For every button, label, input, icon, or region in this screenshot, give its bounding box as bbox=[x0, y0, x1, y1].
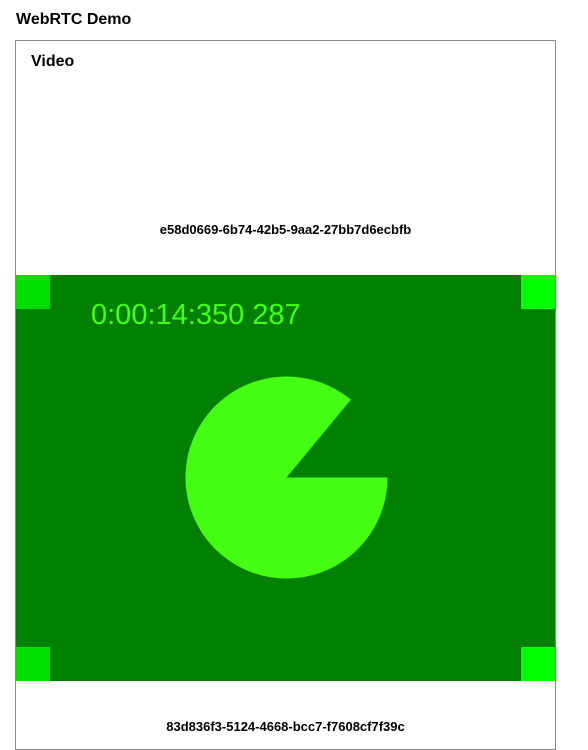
corner-marker-bottom-right bbox=[521, 647, 555, 681]
corner-marker-top-left bbox=[16, 275, 50, 309]
corner-marker-bottom-left bbox=[16, 647, 50, 681]
remote-stream-id: 83d836f3-5124-4668-bcc7-f7608cf7f39c bbox=[166, 719, 405, 734]
local-stream-id: e58d0669-6b74-42b5-9aa2-27bb7d6ecbfb bbox=[159, 222, 412, 237]
video-timestamp: 0:00:14:350 287 bbox=[91, 299, 301, 331]
panel-heading: Video bbox=[31, 53, 75, 70]
progress-pie-shape bbox=[185, 376, 388, 579]
progress-pie bbox=[185, 376, 388, 579]
video-panel: Video e58d0669-6b74-42b5-9aa2-27bb7d6ecb… bbox=[15, 40, 556, 750]
page-title: WebRTC Demo bbox=[16, 11, 132, 28]
video-player[interactable]: 0:00:14:350 287 bbox=[16, 275, 555, 681]
corner-marker-top-right bbox=[521, 275, 555, 309]
